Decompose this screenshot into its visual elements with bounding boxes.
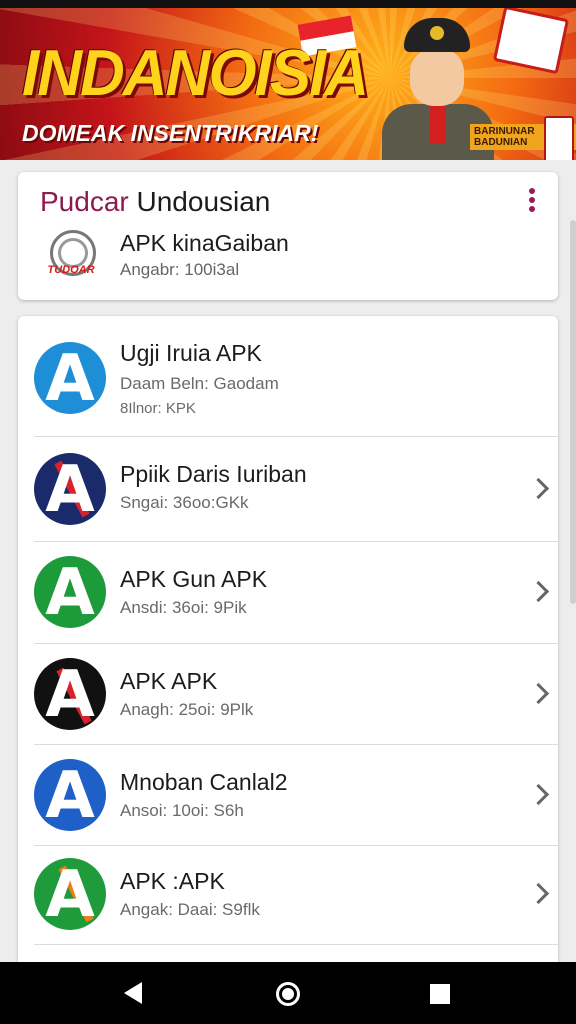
app-subtitle-2: 8Ilnor: KPK: [120, 400, 196, 417]
app-name: APK :APK: [120, 868, 225, 894]
app-name: Ppiik Daris Iuriban: [120, 461, 307, 487]
app-subtitle: Ansoi: 10oi: S6h: [120, 801, 244, 820]
app-icon: A: [34, 759, 106, 831]
app-icon: A: [34, 858, 106, 930]
app-list: A Ugji Iruia APK Daam Beln: Gaodam 8Ilno…: [18, 316, 558, 976]
app-name: Ugji Iruia APK: [120, 340, 262, 366]
app-subtitle: Anagh: 25oi: 9Plk: [120, 700, 254, 719]
status-bar: [0, 0, 576, 8]
app-icon: A: [34, 556, 106, 628]
featured-app-name: APK kinaGaiban: [120, 230, 289, 256]
app-subtitle: Sngai: 36oo:GKk: [120, 493, 249, 512]
app-icon: A: [34, 453, 106, 525]
more-options-icon[interactable]: [528, 188, 536, 216]
banner-subtitle: DOMEAK INSENTRIKRIAR!: [22, 120, 319, 146]
home-icon[interactable]: [276, 982, 300, 1006]
chevron-right-icon: [527, 682, 550, 705]
list-item[interactable]: A Mnoban Canlal2 Ansoi: 10oi: S6h: [34, 745, 558, 846]
scrollbar[interactable]: [570, 220, 576, 604]
list-item[interactable]: A APK APK Anagh: 25oi: 9Plk: [34, 644, 558, 745]
app-subtitle: Angak: Daai: S9flk: [120, 900, 260, 919]
list-item[interactable]: A Ugji Iruia APK Daam Beln: Gaodam 8Ilno…: [34, 316, 558, 437]
featured-card[interactable]: Pudcar Undousian TUDOAR APK kinaGaiban A…: [18, 172, 558, 300]
list-item[interactable]: A APK :APK Angak: Daai: S9flk: [34, 846, 558, 945]
app-icon: A: [34, 658, 106, 730]
chevron-right-icon: [527, 580, 550, 603]
chevron-right-icon: [527, 783, 550, 806]
list-item[interactable]: A APK Gun APK Ansdi: 36oi: 9Pik: [34, 542, 558, 644]
chevron-right-icon: [527, 477, 550, 500]
app-name: Mnoban Canlal2: [120, 769, 288, 795]
list-item[interactable]: A Ppiik Daris Iuriban Sngai: 36oo:GKk: [34, 437, 558, 542]
featured-app-logo: TUDOAR: [40, 228, 102, 280]
back-icon[interactable]: [124, 982, 142, 1004]
app-icon: A: [34, 342, 106, 414]
app-subtitle: Ansdi: 36oi: 9Pik: [120, 598, 247, 617]
recent-apps-icon[interactable]: [430, 984, 450, 1004]
featured-app-meta: Angabr: 100i3al: [120, 260, 240, 279]
app-name: APK Gun APK: [120, 566, 268, 592]
chevron-right-icon: [527, 882, 550, 905]
featured-title: Pudcar Undousian: [40, 186, 271, 217]
navigation-bar: [0, 962, 576, 1024]
promo-banner[interactable]: INDANOISIA DOMEAK INSENTRIKRIAR! BARINUN…: [0, 8, 576, 160]
banner-title: INDANOISIA: [22, 37, 369, 110]
phone-graphic-small: [544, 116, 574, 160]
app-subtitle: Daam Beln: Gaodam: [120, 374, 279, 393]
app-name: APK APK: [120, 668, 218, 694]
